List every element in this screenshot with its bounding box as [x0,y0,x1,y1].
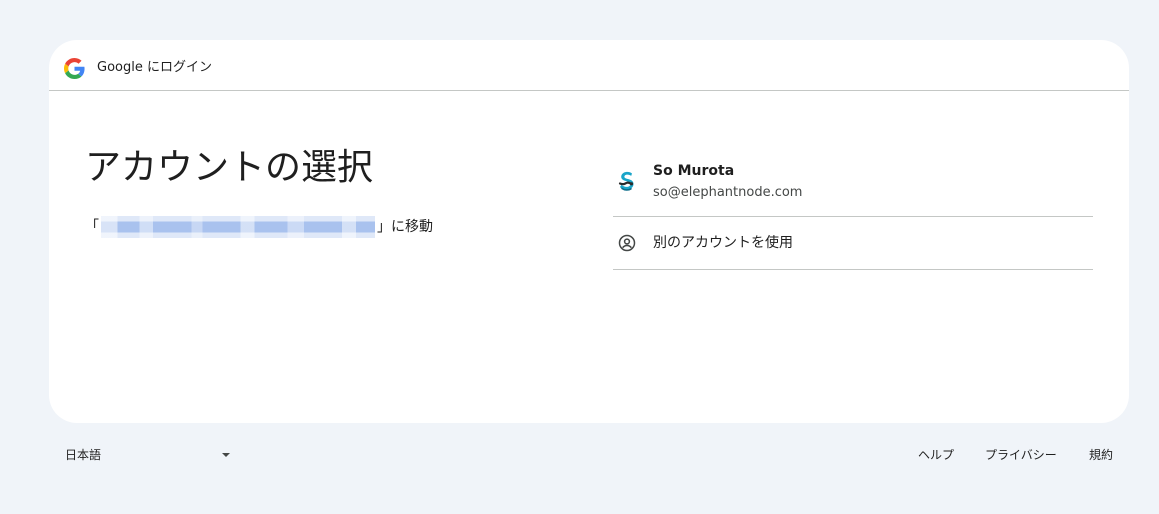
sign-in-card: Google にログイン アカウントの選択 「 」に移動 So Murota so… [49,40,1129,423]
redacted-app-name [101,216,375,238]
google-g-logo-icon [64,58,85,79]
dropdown-caret-icon [222,453,230,457]
help-link[interactable]: ヘルプ [918,446,954,464]
language-label: 日本語 [65,448,102,462]
subtitle-suffix: 」に移動 [377,219,433,235]
use-another-account-button[interactable]: 別のアカウントを使用 [613,217,1093,270]
person-circle-icon [618,234,636,252]
subtitle-prefix: 「 [85,219,99,235]
page-title: アカウントの選択 [85,147,374,188]
footer: 日本語 ヘルプ プライバシー 規約 [0,440,1159,470]
header-text: Google にログイン [97,60,212,75]
account-name: So Murota [653,163,735,179]
avatar-icon [613,167,641,195]
account-list: So Murota so@elephantnode.com 別のアカウントを使用 [613,155,1093,270]
language-select[interactable]: 日本語 [65,446,233,466]
terms-link[interactable]: 規約 [1089,446,1113,464]
use-another-account-label: 別のアカウントを使用 [653,235,793,251]
card-header: Google にログイン [49,40,1129,91]
account-email: so@elephantnode.com [653,185,803,200]
privacy-link[interactable]: プライバシー [985,446,1057,464]
account-item[interactable]: So Murota so@elephantnode.com [613,155,1093,217]
subtitle: 「 」に移動 [85,216,433,238]
